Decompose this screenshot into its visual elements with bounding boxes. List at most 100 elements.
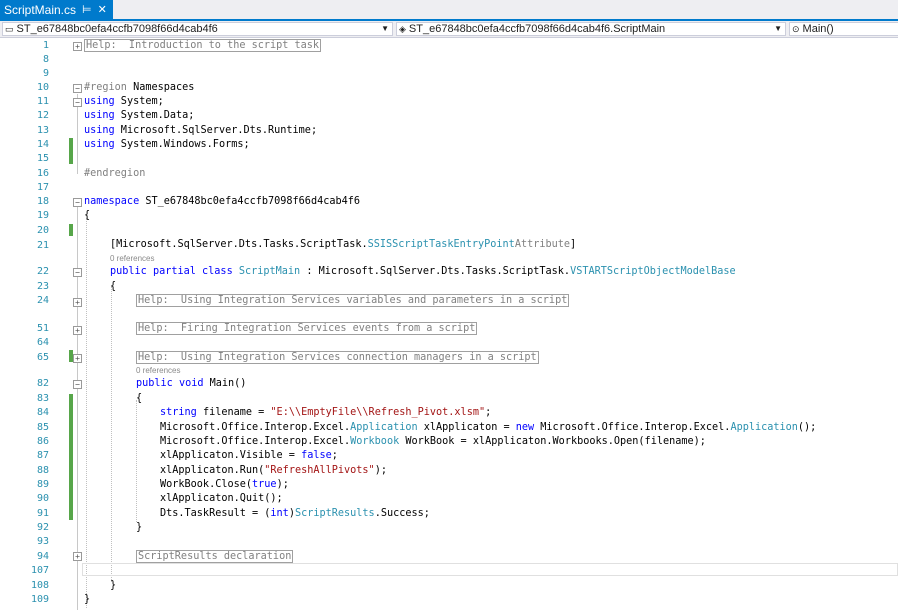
collapse-icon[interactable]: − (73, 98, 82, 107)
semicolon: ; (485, 407, 492, 418)
code-line[interactable]: } (110, 579, 116, 593)
line-number: 94 (36, 551, 49, 562)
collapse-icon[interactable]: − (73, 380, 82, 389)
collapsed-region[interactable]: Help: Using Integration Services variabl… (136, 294, 570, 307)
type-name: VSTARTScriptObjectModelBase (570, 266, 736, 277)
codelens-references[interactable]: 0 references (110, 254, 154, 263)
namespace-ref: System.Data; (114, 110, 195, 121)
code-line[interactable]: xlApplicaton.Quit(); (160, 492, 283, 506)
project-dropdown-value: ST_e67848bc0efa4ccfb7098f66d4cab4f6 (16, 23, 218, 35)
collapse-icon[interactable]: − (73, 84, 82, 93)
keyword: public (136, 378, 173, 389)
code-line[interactable]: ScriptResults declaration (136, 550, 294, 564)
keyword: namespace (84, 196, 140, 207)
change-bar (69, 224, 73, 236)
brace: { (84, 210, 91, 221)
codelens-references[interactable]: 0 references (136, 366, 180, 375)
code-line[interactable]: Dts.TaskResult = (int)ScriptResults.Succ… (160, 507, 430, 521)
variable-decl: filename = (196, 407, 271, 418)
line-number: 21 (36, 240, 49, 251)
line-number: 11 (36, 96, 49, 107)
code-line[interactable]: Help: Firing Integration Services events… (136, 322, 478, 336)
code-line[interactable]: WorkBook.Close(true); (160, 478, 289, 492)
line-number: 90 (36, 493, 49, 504)
class-dropdown-value: ST_e67848bc0efa4ccfb7098f66d4cab4f6.Scri… (408, 23, 666, 35)
string-literal: "E:\\EmptyFile\\Refresh_Pivot.xlsm" (270, 407, 486, 418)
code-line[interactable]: Help: Using Integration Services connect… (136, 351, 539, 365)
code-line[interactable]: #endregion (84, 167, 145, 181)
change-bar (69, 138, 73, 164)
line-number: 8 (42, 54, 49, 65)
line-number: 88 (36, 465, 49, 476)
code-line[interactable]: Microsoft.Office.Interop.Excel.Applicati… (160, 421, 816, 435)
collapsed-region[interactable]: Help: Using Integration Services connect… (136, 351, 539, 364)
namespace-ref: System; (114, 96, 164, 107)
collapse-icon[interactable]: − (73, 198, 82, 207)
line-number: 22 (36, 266, 49, 277)
class-name: ScriptMain (238, 266, 301, 277)
collapsed-region[interactable]: Help: Firing Integration Services events… (136, 322, 478, 335)
tab-scriptmain[interactable]: ScriptMain.cs ⊨ ✕ (0, 0, 113, 19)
document-tab-strip: ScriptMain.cs ⊨ ✕ (0, 0, 898, 21)
expand-icon[interactable]: + (73, 354, 82, 363)
code-line[interactable]: xlApplicaton.Visible = false; (160, 449, 338, 463)
expand-icon[interactable]: + (73, 552, 82, 561)
code-line[interactable]: public partial class ScriptMain : Micros… (110, 265, 736, 279)
code-line[interactable]: Help: Using Integration Services variabl… (136, 294, 570, 308)
code-line[interactable]: using System.Data; (84, 109, 194, 123)
close-icon[interactable]: ✕ (98, 3, 107, 16)
code-line[interactable]: using Microsoft.SqlServer.Dts.Runtime; (84, 124, 317, 138)
attribute-suffix: Attribute (514, 239, 571, 250)
keyword: void (178, 378, 204, 389)
collapsed-region[interactable]: ScriptResults declaration (136, 550, 294, 563)
code-line[interactable]: string filename = "E:\\EmptyFile\\Refres… (160, 406, 491, 420)
code-line[interactable]: } (136, 521, 142, 535)
string-literal: "RefreshAllPivots" (264, 465, 375, 476)
call-end: ); (374, 465, 387, 476)
code-line[interactable]: { (84, 209, 90, 223)
code-line[interactable]: using System.Windows.Forms; (84, 138, 250, 152)
code-line[interactable]: { (136, 392, 142, 406)
line-number: 93 (36, 536, 49, 547)
type-name: ScriptResults (294, 508, 375, 519)
pin-icon[interactable]: ⊨ (82, 3, 92, 16)
collapsed-region[interactable]: Help: Introduction to the script task (84, 39, 322, 52)
line-number: 18 (36, 196, 49, 207)
code-line[interactable]: Help: Introduction to the script task (84, 39, 322, 53)
indent-guide (111, 286, 112, 582)
line-number: 65 (36, 352, 49, 363)
keyword: using (84, 125, 115, 136)
code-line[interactable]: [Microsoft.SqlServer.Dts.Tasks.ScriptTas… (110, 238, 576, 252)
line-number: 20 (36, 225, 49, 236)
code-editor[interactable]: + − − − − + + + − + 1 8 9 10 11 12 13 14… (0, 38, 898, 612)
code-line[interactable]: } (84, 593, 90, 607)
line-number: 107 (30, 565, 49, 576)
statement: xlApplicaton.Quit(); (160, 493, 283, 504)
method-icon: ⊙ (792, 23, 800, 34)
collapse-icon[interactable]: − (73, 268, 82, 277)
type-name: Workbook (350, 436, 400, 447)
expand-icon[interactable]: + (73, 298, 82, 307)
code-line[interactable]: { (110, 280, 116, 294)
line-number: 51 (36, 323, 49, 334)
indent-guide (136, 400, 137, 522)
code-line[interactable]: #region Namespaces (84, 81, 194, 95)
expand-icon[interactable]: + (73, 326, 82, 335)
code-line[interactable]: namespace ST_e67848bc0efa4ccfb7098f66d4c… (84, 195, 360, 209)
line-number: 108 (30, 580, 49, 591)
class-dropdown[interactable]: ◈ ST_e67848bc0efa4ccfb7098f66d4cab4f6.Sc… (396, 22, 786, 36)
project-dropdown[interactable]: ▭ ST_e67848bc0efa4ccfb7098f66d4cab4f6 ▼ (2, 22, 393, 36)
line-number: 24 (36, 295, 49, 306)
member-dropdown[interactable]: ⊙ Main() (789, 22, 898, 36)
attribute-prefix: [Microsoft.SqlServer.Dts.Tasks.ScriptTas… (110, 239, 368, 250)
namespace-ref: Microsoft.SqlServer.Dts.Runtime; (114, 125, 318, 136)
code-line[interactable]: public void Main() (136, 377, 246, 391)
code-line[interactable]: using System; (84, 95, 164, 109)
expand-icon[interactable]: + (73, 42, 82, 51)
keyword: using (84, 96, 115, 107)
call-end: (); (797, 422, 817, 433)
endregion-directive: #endregion (84, 168, 146, 179)
code-line[interactable]: Microsoft.Office.Interop.Excel.Workbook … (160, 435, 706, 449)
code-line[interactable]: xlApplicaton.Run("RefreshAllPivots"); (160, 464, 387, 478)
brace: { (136, 393, 143, 404)
